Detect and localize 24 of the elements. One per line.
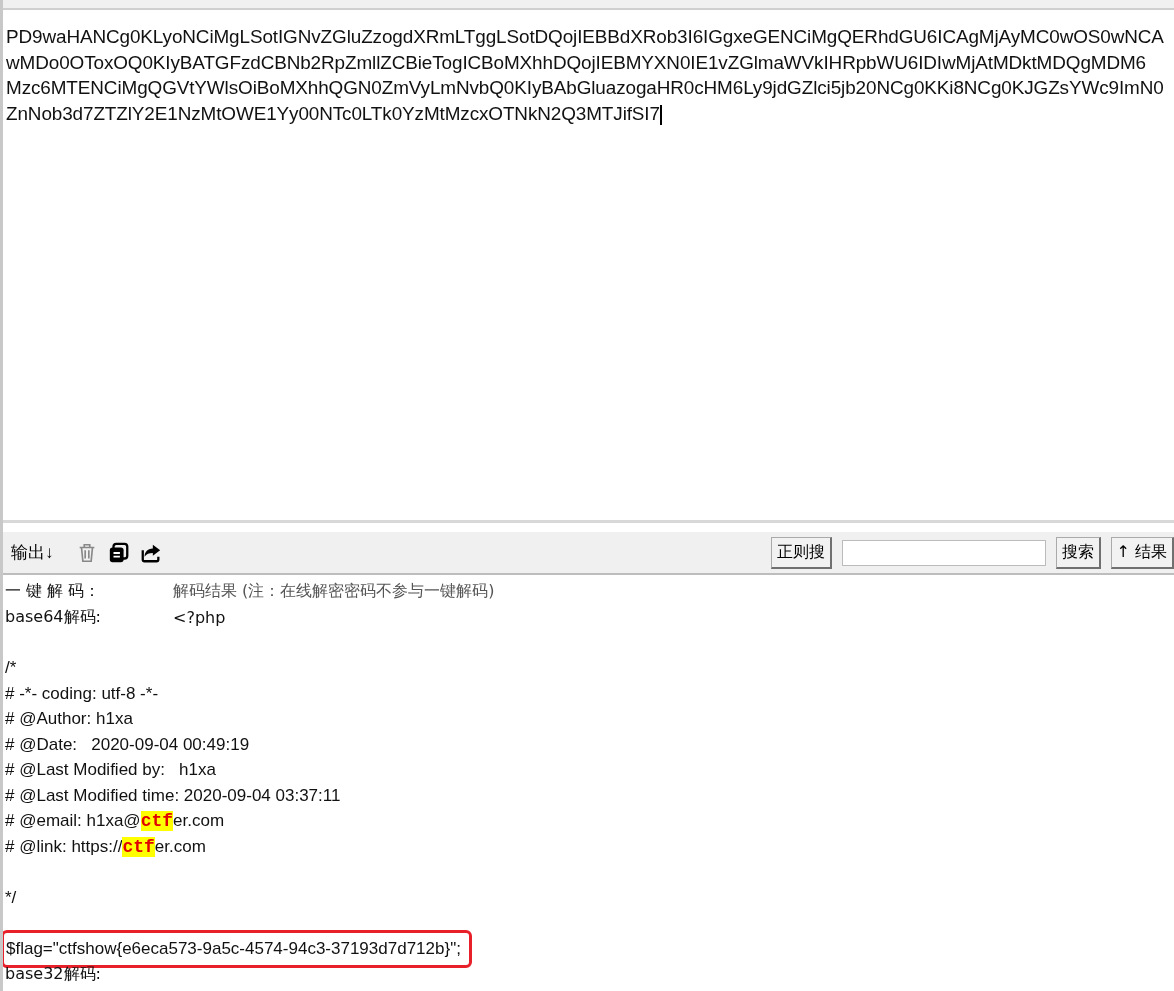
decode-result: <?php — [173, 607, 226, 627]
code-line: # @Author: h1xa — [5, 709, 133, 730]
input-text: wMDo0OToxOQ0KIyBATGFzdCBNb2RpZmllZCBieTogICBoMXhhDQojIEBMYXN0IE1vZGlmaWVkIHRpbWU6IDIwMjAtMDktMDQgMDM6 — [6, 50, 1147, 75]
copy-icon[interactable] — [107, 541, 130, 564]
code-line: # @link: https://ctfer.com — [5, 836, 206, 857]
decode-label: 一 键 解 码： — [5, 581, 102, 603]
code-line: # @Last Modified time: 2020-09-04 03:37:11 — [5, 785, 341, 806]
decode-result: 解码结果 (注：在线解密密码不参与一键解码) — [173, 581, 495, 603]
output-label: 输出↓ — [11, 542, 54, 564]
code-line: */ — [5, 887, 17, 908]
results-button[interactable]: ↑ 结果 — [1110, 536, 1174, 569]
regex-search-button[interactable]: 正则搜 — [770, 536, 832, 569]
decode-label: base64解码: — [5, 606, 102, 628]
code-line: # @Last Modified by: h1xa — [5, 760, 216, 781]
input-text: PD9waHANCg0KLyoNCiMgLSotIGNvZGluZzogdXRmLTggLSotDQojIEBBdXRob3I6IGgxeGENCiMgQERhdGU6ICAgMjAyMC0wOS0wNCA — [6, 25, 1165, 49]
input-text: ZnNob3d7ZTZlY2E1NzMtOWE1Yy00NTc0LTk0YzMtMzcxOTNkN2Q3MTJifSI7 — [6, 101, 663, 126]
code-line: /* — [5, 658, 17, 679]
search-field[interactable] — [841, 539, 1046, 566]
code-line: # @Date: 2020-09-04 00:49:19 — [5, 734, 250, 755]
code-line: # -*- coding: utf-8 -*- — [5, 683, 159, 704]
search-button[interactable]: 搜索 — [1055, 536, 1101, 569]
input-text: Mzc6MTENCiMgQGVtYWlsOiBoMXhhQGN0ZmVyLmNvbQ0KIyBAbGluazogaHR0cHM6Ly9jdGZlci5jb20NCg0KKi8NCg0KJGZsYWc9ImN0 — [6, 76, 1165, 100]
decode-label: base32解码: — [5, 963, 102, 985]
highlighted-code-line: $flag="ctfshow{e6eca573-9a5c-4574-94c3-37193d7d712b}"; — [4, 932, 469, 965]
